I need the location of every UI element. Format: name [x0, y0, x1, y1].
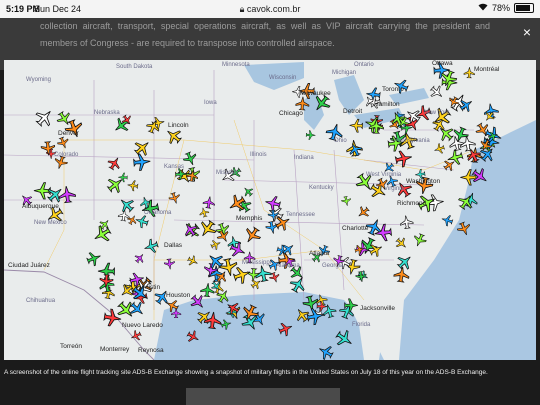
- aircraft-icon: [289, 277, 305, 294]
- map-label: South Dakota: [116, 64, 153, 70]
- close-icon[interactable]: ×: [520, 25, 534, 39]
- map-base: [4, 62, 536, 360]
- map-label: Missouri: [216, 170, 239, 176]
- map-label: Torreón: [60, 343, 83, 350]
- map-label: Nuevo Laredo: [122, 322, 163, 329]
- aircraft-icon: [341, 195, 351, 206]
- aircraft-icon: [396, 256, 411, 270]
- map-label: Michigan: [332, 70, 357, 76]
- aircraft-icon: [134, 254, 144, 264]
- aircraft-icon: [103, 308, 122, 327]
- aircraft-icon: [199, 207, 210, 218]
- map-label: Chicago: [279, 110, 303, 117]
- aircraft-icon: [414, 233, 427, 247]
- map-label: Wisconsin: [269, 75, 297, 81]
- map-label: Atlanta: [309, 250, 330, 257]
- aircraft-icon: [449, 94, 466, 112]
- status-bar: 5:19 PM Sun Dec 24 🔒︎ cavok.com.br 78%: [0, 0, 540, 18]
- aircraft-icon: [57, 136, 69, 149]
- map-label: Alabama: [276, 263, 300, 269]
- aircraft-icon: [168, 192, 180, 204]
- map-label: Washington: [406, 178, 441, 185]
- map-label: Ohio: [334, 138, 347, 144]
- map-label: Tennessee: [286, 212, 316, 218]
- aircraft-icon: [399, 215, 414, 230]
- aircraft-icon: [187, 255, 198, 266]
- aircraft-icon: [434, 143, 445, 154]
- aircraft-icon: [120, 199, 135, 213]
- map-label: Chihuahua: [26, 298, 56, 304]
- map-label: Houston: [166, 292, 191, 299]
- map-label: Illinois: [250, 152, 267, 158]
- aircraft-icon: [127, 180, 139, 192]
- aircraft-icon: [35, 111, 51, 128]
- article-text: collection aircraft, transport, special …: [40, 21, 490, 48]
- aircraft-icon: [58, 186, 76, 204]
- aircraft-icon: [395, 237, 406, 248]
- map-label: Kentucky: [309, 185, 334, 191]
- aircraft-icon: [144, 238, 159, 253]
- battery-percent: 78%: [491, 3, 510, 13]
- flight-map-image: Wyoming South Dakota Minnesota Wisconsin…: [4, 60, 536, 360]
- image-caption: A screenshot of the online flight tracki…: [4, 369, 488, 376]
- status-right: 78%: [478, 3, 534, 13]
- aircraft-icon: [244, 187, 254, 197]
- aircraft-icon: [441, 215, 454, 227]
- aircraft-icon: [210, 240, 221, 250]
- map-label: Pennsylvania: [394, 138, 430, 144]
- map-label: Austin: [142, 284, 161, 291]
- map-label: Jacksonville: [360, 305, 396, 312]
- map-label: New York: [424, 110, 450, 116]
- map-label: Ottawa: [432, 60, 453, 67]
- url-bar[interactable]: 🔒︎ cavok.com.br: [0, 4, 540, 15]
- map-label: Minnesota: [222, 62, 250, 68]
- map-label: Denver: [58, 130, 79, 137]
- aircraft-icon: [246, 226, 262, 243]
- map-label: Florida: [352, 322, 371, 328]
- aircraft-icon: [358, 206, 370, 217]
- map-label: West Virginia: [366, 172, 402, 178]
- aircraft-icon: [250, 279, 261, 290]
- map-label: Memphis: [236, 215, 263, 222]
- aircraft-icon: [133, 153, 151, 171]
- map-label: Monterrey: [100, 346, 130, 353]
- battery-icon: [514, 3, 534, 13]
- map-label: Lincoln: [168, 122, 189, 129]
- map-label: Nebraska: [94, 110, 120, 116]
- url-text: cavok.com.br: [246, 4, 301, 14]
- map-label: Reynosa: [138, 347, 164, 354]
- map-label: Kansas: [164, 164, 185, 170]
- map-label: Dallas: [164, 242, 183, 249]
- map-label: Iowa: [204, 100, 217, 106]
- lock-icon: 🔒︎: [239, 4, 245, 14]
- map-label: Ontario: [354, 62, 374, 68]
- map-label: Wyoming: [26, 77, 51, 83]
- wifi-icon: [478, 3, 488, 13]
- aircraft-icon: [429, 85, 443, 97]
- aircraft-icon: [305, 130, 316, 140]
- map-label: New Mexico: [34, 220, 67, 226]
- map-label: Indiana: [294, 155, 314, 161]
- map-label: Oklahoma: [144, 210, 172, 216]
- map-label: Hamilton: [374, 101, 400, 108]
- aircraft-icon: [86, 252, 101, 267]
- map-label: Montréal: [474, 66, 500, 73]
- map-label: Albuquerque: [22, 203, 59, 210]
- map-label: Colorado: [54, 152, 79, 158]
- background-image-strip: [186, 388, 340, 405]
- map-label: Charlotte: [342, 225, 369, 232]
- aircraft-icon: [200, 283, 215, 298]
- map-label: Detroit: [343, 108, 363, 115]
- map-label: Toronto: [382, 86, 404, 93]
- map-label: Ciudad Juárez: [8, 262, 50, 269]
- map-label: Milwaukee: [300, 90, 331, 97]
- map-label: Mississippi: [242, 260, 272, 266]
- map-label: Richmond: [397, 200, 427, 207]
- map-label: Virginia: [384, 186, 404, 192]
- map-label: Georgia: [322, 263, 344, 269]
- aircraft-icon: [201, 219, 217, 237]
